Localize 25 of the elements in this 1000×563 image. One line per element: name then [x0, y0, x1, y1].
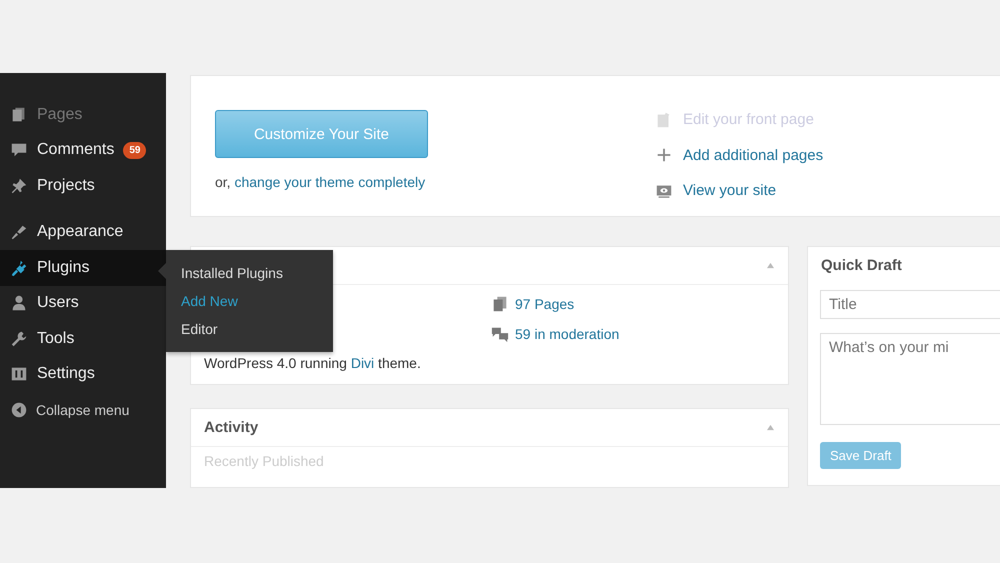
panel-title: Quick Draft [821, 257, 902, 274]
next-step-link[interactable]: View your site [683, 182, 776, 200]
content-field[interactable]: What’s on your mi [820, 333, 1000, 425]
sidebar-item[interactable]: Users [0, 286, 166, 321]
sidebar-item[interactable]: Appearance [0, 214, 166, 250]
submenu-item[interactable]: Add New [166, 287, 333, 315]
theme-link[interactable]: Divi [350, 355, 374, 371]
change-theme-link[interactable]: change your theme completely [234, 174, 426, 190]
sidebar-item[interactable]: Plugins [0, 250, 166, 286]
sidebar-item[interactable]: Settings [0, 356, 166, 392]
submenu-item[interactable]: Installed Plugins [166, 259, 333, 287]
sidebar-item[interactable]: Pages [0, 97, 166, 132]
collapse-menu-button[interactable]: Collapse menu [0, 392, 166, 428]
next-step-link[interactable]: Add additional pages [683, 146, 824, 164]
version-sentence: WordPress 4.0 running Divi theme. [204, 355, 422, 371]
sidebar-item[interactable]: Tools [0, 321, 166, 356]
stat-link[interactable]: 97 Pages [515, 296, 574, 312]
submenu-item[interactable]: Editor [166, 315, 333, 343]
stat-link[interactable]: 59 in moderation [515, 326, 620, 342]
sidebar-item[interactable]: Comments 59 [0, 132, 166, 168]
panel-title: Activity [204, 419, 258, 436]
title-field[interactable]: Title [820, 290, 1000, 319]
comment-count-badge: 59 [123, 142, 146, 159]
change-theme-sentence: or, change your theme completely [215, 174, 426, 190]
sidebar-item[interactable]: Projects [0, 168, 166, 204]
